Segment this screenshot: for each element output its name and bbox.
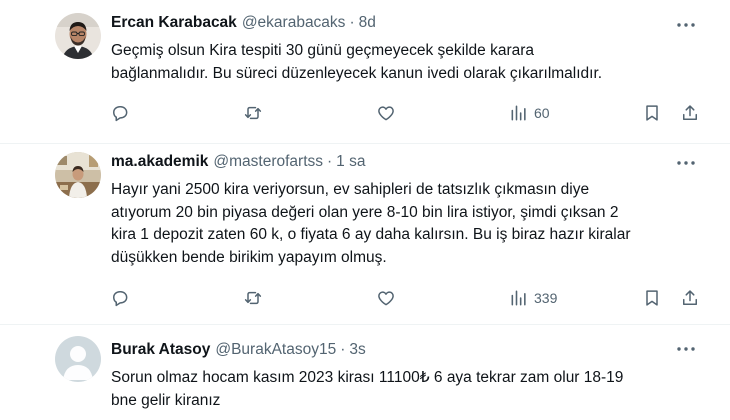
- display-name[interactable]: Burak Atasoy: [111, 341, 210, 359]
- display-name[interactable]: ma.akademik: [111, 153, 208, 171]
- separator-dot: ·: [340, 341, 346, 358]
- more-icon[interactable]: [676, 342, 696, 356]
- tweet-text-line: kira 1 depozit zaten 60 k, o fiyata 6 ay…: [111, 226, 631, 243]
- bookmark-icon: [642, 103, 662, 123]
- tweet-text-line: atıyorum 20 bin piyasa değeri olan yere …: [111, 203, 619, 221]
- reply-feed: Ercan Karabacak @ekarabacaks · 8d Geçmiş…: [0, 0, 730, 420]
- retweet-button[interactable]: [243, 101, 263, 125]
- separator-dot: ·: [327, 153, 333, 170]
- views-icon: [509, 288, 529, 308]
- share-icon: [680, 103, 700, 123]
- user-handle[interactable]: @ekarabacaks: [242, 14, 346, 32]
- reply-icon: [110, 103, 130, 123]
- views-button[interactable]: 339: [509, 286, 557, 310]
- display-name[interactable]: Ercan Karabacak: [111, 14, 237, 32]
- tweet[interactable]: ma.akademik @masterofartss · 1 sa Hayır …: [0, 144, 730, 325]
- more-icon[interactable]: [676, 18, 696, 32]
- bookmark-button[interactable]: [642, 101, 662, 125]
- avatar[interactable]: [55, 336, 101, 382]
- retweet-button[interactable]: [243, 286, 263, 310]
- share-button[interactable]: [680, 101, 700, 125]
- avatar[interactable]: [55, 13, 101, 59]
- retweet-icon: [243, 288, 263, 308]
- like-icon: [376, 103, 396, 123]
- tweet-text-line: Sorun olmaz hocam kasım 2023 kirası 1110…: [111, 369, 624, 386]
- tweet-header: ma.akademik @masterofartss · 1 sa: [111, 153, 365, 171]
- tweet-text: Hayır yani 2500 kira veriyorsun, ev sahi…: [111, 179, 711, 269]
- separator-dot: ·: [349, 14, 355, 31]
- tweet[interactable]: Burak Atasoy @BurakAtasoy15 · 3s Sorun o…: [0, 325, 730, 420]
- timestamp[interactable]: 8d: [359, 14, 376, 32]
- view-count: 339: [534, 290, 558, 306]
- timestamp[interactable]: 3s: [349, 341, 365, 359]
- tweet-header: Burak Atasoy @BurakAtasoy15 · 3s: [111, 341, 366, 359]
- view-count: 60: [534, 105, 550, 121]
- retweet-icon: [243, 103, 263, 123]
- like-icon: [376, 288, 396, 308]
- tweet-text: Sorun olmaz hocam kasım 2023 kirası 1110…: [111, 367, 711, 412]
- views-icon: [509, 103, 529, 123]
- tweet-text: Geçmiş olsun Kira tespiti 30 günü geçmey…: [111, 40, 711, 85]
- tweet[interactable]: Ercan Karabacak @ekarabacaks · 8d Geçmiş…: [0, 0, 730, 144]
- bookmark-icon: [642, 288, 662, 308]
- share-icon: [680, 288, 700, 308]
- user-handle[interactable]: @BurakAtasoy15: [215, 341, 336, 359]
- more-icon[interactable]: [676, 156, 696, 170]
- tweet-text-line: Geçmiş olsun Kira tespiti 30 günü geçmey…: [111, 42, 535, 59]
- timestamp[interactable]: 1 sa: [336, 153, 365, 171]
- share-button[interactable]: [680, 286, 700, 310]
- reply-button[interactable]: [110, 286, 130, 310]
- like-button[interactable]: [376, 286, 396, 310]
- like-button[interactable]: [376, 101, 396, 125]
- tweet-text-line: bne gelir kiranız: [111, 391, 221, 409]
- tweet-header: Ercan Karabacak @ekarabacaks · 8d: [111, 14, 376, 32]
- user-handle[interactable]: @masterofartss: [213, 153, 323, 171]
- reply-button[interactable]: [110, 101, 130, 125]
- action-bar: 60: [106, 101, 706, 125]
- views-button[interactable]: 60: [509, 101, 550, 125]
- tweet-text-line: düşükken bende birikim yapayım olmuş.: [111, 248, 387, 266]
- tweet-text-line: Hayır yani 2500 kira veriyorsun, ev sahi…: [111, 181, 590, 198]
- action-bar: 339: [106, 286, 706, 310]
- reply-icon: [110, 288, 130, 308]
- avatar[interactable]: [55, 152, 101, 198]
- tweet-text-line: bağlanmalıdır. Bu süreci düzenleyecek ka…: [111, 64, 603, 82]
- bookmark-button[interactable]: [642, 286, 662, 310]
